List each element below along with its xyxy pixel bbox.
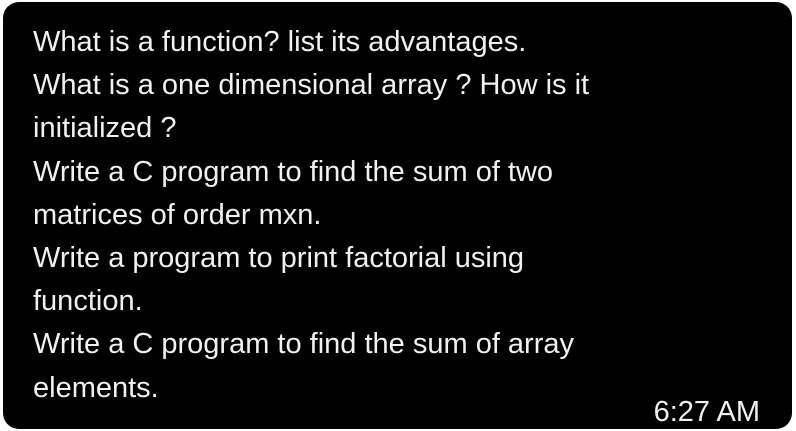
message-bubble[interactable]: What is a function? list its advantages.…	[3, 2, 792, 429]
message-line: initialized ?	[33, 112, 177, 145]
message-text: What is a function? list its advantages.…	[33, 21, 773, 410]
message-timestamp: 6:27 AM	[653, 396, 760, 428]
message-line: Write a program to print factorial using	[33, 242, 525, 275]
message-line: Write a C program to find the sum of arr…	[33, 328, 575, 361]
message-line: Write a C program to find the sum of two	[33, 155, 554, 188]
message-line: What is a one dimensional array ? How is…	[33, 69, 590, 102]
message-line: matrices of order mxn.	[33, 198, 322, 231]
message-line: What is a function? list its advantages.	[33, 26, 527, 58]
message-line: function.	[33, 285, 143, 318]
